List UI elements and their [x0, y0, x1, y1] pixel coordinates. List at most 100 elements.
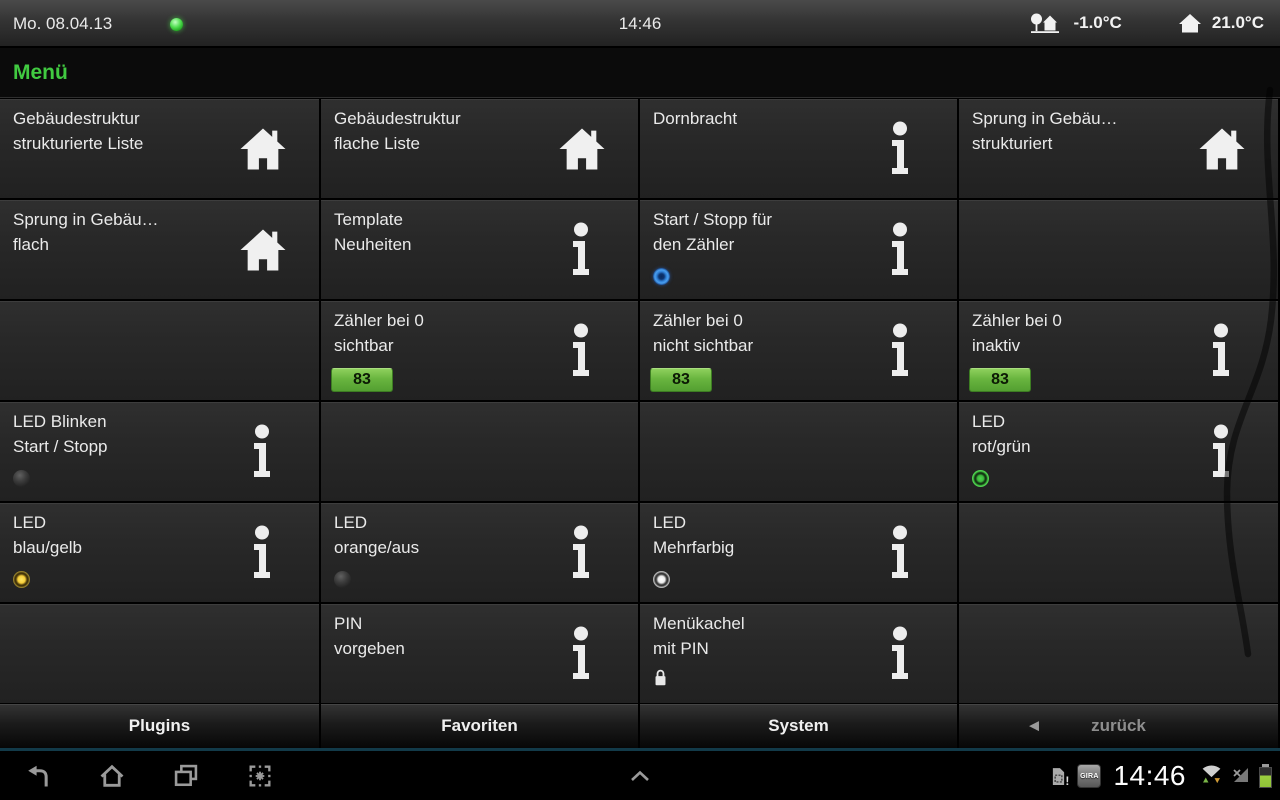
menu-tile-gebaeudestruktur-strukturierte-liste[interactable]: Gebäudestrukturstrukturierte Liste — [0, 99, 319, 198]
menu-tile-sprung-in-gebaeu-strukturiert[interactable]: Sprung in Gebäu…strukturiert — [959, 99, 1278, 198]
menu-tile-zaehler-bei-0-inaktiv[interactable]: Zähler bei 0inaktiv83 — [959, 301, 1278, 400]
menu-tile-empty — [321, 402, 638, 501]
info-icon — [887, 525, 913, 581]
menu-tile-pin-vorgeben[interactable]: PIN vorgeben — [321, 604, 638, 703]
page-title: Menü — [0, 61, 68, 85]
wifi-icon — [1200, 763, 1223, 789]
tile-label-line1: Sprung in Gebäu… — [13, 210, 159, 230]
info-icon — [887, 121, 913, 177]
tablet-screen: Mo. 08.04.13 14:46 -1.0°C 21.0°C — [0, 0, 1280, 800]
menu-tile-led-mehrfarbig[interactable]: LEDMehrfarbig — [640, 503, 957, 602]
menu-tile-led-blinken-start-stopp[interactable]: LED BlinkenStart / Stopp — [0, 402, 319, 501]
recent-apps-icon — [172, 762, 200, 790]
temperature-readouts: -1.0°C 21.0°C — [1029, 0, 1264, 46]
tab-label: Favoriten — [441, 716, 518, 736]
info-icon — [568, 323, 594, 379]
tab-plugins[interactable]: Plugins — [0, 704, 319, 748]
sim-alert-icon: ! — [1051, 767, 1069, 786]
recent-apps-button[interactable] — [171, 761, 201, 791]
led-white-indicator — [653, 571, 670, 588]
screenshot-button[interactable] — [245, 761, 275, 791]
tile-grid: Gebäudestrukturstrukturierte ListeGebäud… — [0, 99, 1280, 702]
app-status-bar: Mo. 08.04.13 14:46 -1.0°C 21.0°C — [0, 0, 1280, 48]
status-clock: 14:46 — [619, 14, 662, 34]
menu-tile-empty — [959, 503, 1278, 602]
tile-label-line1: Dornbracht — [653, 109, 737, 129]
menu-tile-gebaeudestruktur-flache-liste[interactable]: Gebäudestrukturflache Liste — [321, 99, 638, 198]
info-icon — [568, 626, 594, 682]
home-button[interactable] — [97, 761, 127, 791]
tile-label-line2: inaktiv — [972, 336, 1020, 356]
menu-tile-menuekachel-mit-pin[interactable]: Menükachel mit PIN — [640, 604, 957, 703]
led-blue-indicator — [653, 268, 670, 285]
home-icon — [238, 126, 288, 171]
menu-tile-dornbracht[interactable]: Dornbracht — [640, 99, 957, 198]
tab-label: Plugins — [129, 716, 190, 736]
menu-tile-sprung-in-gebaeu-flach[interactable]: Sprung in Gebäu…flach — [0, 200, 319, 299]
info-icon — [887, 222, 913, 278]
tile-label-line1: LED — [13, 513, 46, 533]
no-signal-icon — [1231, 764, 1251, 789]
menu-tile-empty — [0, 301, 319, 400]
menu-tile-start-stopp-fuer-den-zaehler[interactable]: Start / Stopp für den Zähler — [640, 200, 957, 299]
led-yellow-indicator — [13, 571, 30, 588]
menu-tile-template-neuheiten[interactable]: TemplateNeuheiten — [321, 200, 638, 299]
menu-tile-zaehler-bei-0-sichtbar[interactable]: Zähler bei 0sichtbar83 — [321, 301, 638, 400]
back-icon — [24, 762, 52, 790]
tile-label-line2: strukturierte Liste — [13, 134, 143, 154]
tile-label-line2: Start / Stopp — [13, 437, 108, 457]
menu-tile-led-blau-gelb[interactable]: LED blau/gelb — [0, 503, 319, 602]
status-date: Mo. 08.04.13 — [13, 14, 112, 34]
menu-tile-led-rot-gruen[interactable]: LED rot/grün — [959, 402, 1278, 501]
bottom-tab-bar: Plugins Favoriten System ◀ zurück — [0, 704, 1280, 752]
led-off-indicator — [334, 571, 351, 588]
home-icon — [557, 126, 607, 171]
info-icon — [249, 525, 275, 581]
tile-label-line1: Zähler bei 0 — [972, 311, 1062, 331]
chevron-left-icon: ◀ — [1029, 718, 1039, 734]
led-off-indicator — [13, 470, 30, 487]
tab-back[interactable]: ◀ zurück — [959, 704, 1278, 748]
tile-label-line2: nicht sichtbar — [653, 336, 753, 356]
tab-label: zurück — [1091, 716, 1146, 736]
tile-label-line2: flache Liste — [334, 134, 420, 154]
tile-label-line2: rot/grün — [972, 437, 1031, 457]
page-header: Menü — [0, 48, 1280, 98]
info-icon — [568, 222, 594, 278]
info-icon — [1208, 323, 1234, 379]
tile-label-line2: blau/gelb — [13, 538, 82, 558]
gira-app-icon: GIRA — [1077, 764, 1101, 788]
tile-label-line2: vorgeben — [334, 639, 405, 659]
counter-badge: 83 — [331, 368, 393, 392]
tab-system[interactable]: System — [640, 704, 957, 748]
nav-buttons — [23, 752, 275, 800]
tile-label-line2: den Zähler — [653, 235, 734, 255]
tile-label-line2: Mehrfarbig — [653, 538, 734, 558]
home-outline-icon — [98, 762, 126, 790]
counter-badge: 83 — [650, 368, 712, 392]
tile-label-line1: Zähler bei 0 — [334, 311, 424, 331]
system-tray[interactable]: ! GIRA 14:46 — [1051, 752, 1272, 800]
info-icon — [568, 525, 594, 581]
collapse-bar-button[interactable] — [628, 752, 652, 800]
tab-favoriten[interactable]: Favoriten — [321, 704, 638, 748]
screenshot-icon — [246, 762, 274, 790]
tile-label-line1: LED — [972, 412, 1005, 432]
menu-tile-empty — [959, 200, 1278, 299]
back-button[interactable] — [23, 761, 53, 791]
info-icon — [249, 424, 275, 480]
menu-tile-zaehler-bei-0-nicht-sichtbar[interactable]: Zähler bei 0nicht sichtbar83 — [640, 301, 957, 400]
tile-label-line1: Menükachel — [653, 614, 745, 634]
tile-label-line1: PIN — [334, 614, 362, 634]
info-icon — [887, 323, 913, 379]
tab-label: System — [768, 716, 828, 736]
tile-label-line2: orange/aus — [334, 538, 419, 558]
outdoor-temperature-value: -1.0°C — [1073, 13, 1121, 33]
battery-icon — [1259, 767, 1272, 788]
tile-label-line2: mit PIN — [653, 639, 709, 659]
outdoor-temperature-icon — [1029, 11, 1063, 35]
menu-tile-led-orange-aus[interactable]: LEDorange/aus — [321, 503, 638, 602]
sim-alert-mark: ! — [1065, 776, 1069, 786]
android-nav-bar: ! GIRA 14:46 — [0, 752, 1280, 800]
tile-label-line1: Start / Stopp für — [653, 210, 772, 230]
